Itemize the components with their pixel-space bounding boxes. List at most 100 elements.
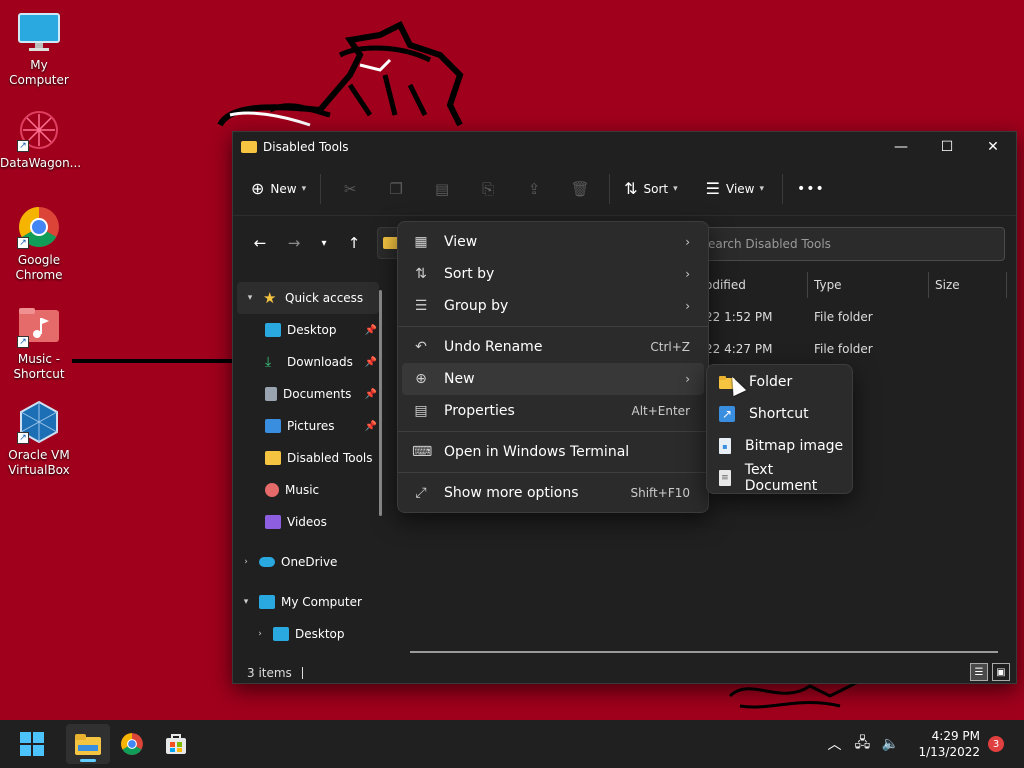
- chevron-right-icon: ›: [685, 372, 690, 386]
- details-view-icon[interactable]: ☰: [970, 663, 988, 681]
- new-button[interactable]: ⊕ New ▾: [243, 173, 314, 205]
- horizontal-scrollbar[interactable]: [410, 651, 998, 653]
- volume-icon[interactable]: 🔈: [876, 736, 904, 752]
- recent-locations-chevron-icon[interactable]: ▾: [311, 228, 337, 258]
- folder-icon: [241, 141, 257, 153]
- title-bar[interactable]: Disabled Tools — ☐ ✕: [233, 132, 1016, 162]
- table-row[interactable]: 22 4:27 PM File folder: [705, 333, 873, 365]
- menu-label: Properties: [444, 403, 515, 419]
- table-row[interactable]: 22 1:52 PM File folder: [705, 301, 873, 333]
- shortcut-arrow-icon: ↗: [17, 237, 29, 249]
- menu-item-open-terminal[interactable]: ⌨ Open in Windows Terminal: [402, 436, 704, 468]
- column-divider[interactable]: [807, 272, 808, 298]
- search-input[interactable]: earch Disabled Tools: [703, 227, 1005, 261]
- taskbar-file-explorer[interactable]: [66, 724, 110, 764]
- nav-label: Desktop: [287, 323, 337, 337]
- chevron-down-icon: ▾: [759, 183, 765, 194]
- nav-item-my-computer-desktop[interactable]: › Desktop: [233, 618, 383, 650]
- submenu-label: Bitmap image: [745, 438, 844, 454]
- menu-item-undo-rename[interactable]: ↶ Undo Rename Ctrl+Z: [402, 331, 704, 363]
- nav-item-videos[interactable]: Videos: [233, 506, 383, 538]
- desktop-icon-datawagon[interactable]: ↗ DataWagon...: [0, 108, 82, 171]
- nav-label: Quick access: [285, 291, 364, 305]
- chevron-right-icon: ›: [685, 235, 690, 249]
- submenu-item-text-document[interactable]: ≡ Text Document: [711, 462, 848, 494]
- status-bar: 3 items ☰ ▣: [233, 662, 1016, 684]
- item-count: 3 items: [247, 666, 292, 680]
- copy-icon[interactable]: ❐: [373, 173, 419, 205]
- monitor-icon: [17, 10, 61, 54]
- column-size[interactable]: Size: [935, 278, 960, 292]
- cut-icon[interactable]: ✂: [327, 173, 373, 205]
- virtualbox-icon: ↗: [17, 400, 61, 444]
- desktop-icon-google-chrome[interactable]: ↗ Google Chrome: [0, 205, 78, 283]
- submenu-item-bitmap[interactable]: ▪ Bitmap image: [711, 430, 848, 462]
- nav-item-documents[interactable]: Documents 📌: [233, 378, 383, 410]
- sort-button-label: Sort: [643, 181, 669, 196]
- share-icon[interactable]: ⇪: [511, 173, 557, 205]
- paste-icon[interactable]: ▤: [419, 173, 465, 205]
- start-button[interactable]: [10, 724, 54, 764]
- nav-label: OneDrive: [281, 555, 338, 569]
- nav-item-onedrive[interactable]: › OneDrive: [233, 546, 383, 578]
- undo-icon: ↶: [415, 339, 427, 355]
- monitor-icon: [259, 595, 275, 609]
- column-divider[interactable]: [1006, 272, 1007, 298]
- minimize-button[interactable]: —: [878, 132, 924, 162]
- column-divider[interactable]: [928, 272, 929, 298]
- nav-item-quick-access[interactable]: ▾ ★ Quick access: [237, 282, 379, 314]
- notification-badge[interactable]: 3: [988, 736, 1004, 752]
- windows-logo-icon: [20, 732, 44, 756]
- desktop-icon-label: DataWagon...: [0, 156, 82, 170]
- row-type: File folder: [814, 342, 873, 356]
- desktop-icon-label: Google Chrome: [15, 253, 63, 282]
- submenu-item-shortcut[interactable]: ↗ Shortcut: [711, 398, 848, 430]
- row-type: File folder: [814, 310, 873, 324]
- nav-item-desktop[interactable]: Desktop 📌: [233, 314, 383, 346]
- clock[interactable]: 4:29 PM 1/13/2022: [918, 728, 980, 760]
- nav-item-downloads[interactable]: ⤓ Downloads 📌: [233, 346, 383, 378]
- submenu-label: Text Document: [744, 462, 818, 494]
- nav-item-music[interactable]: Music: [233, 474, 383, 506]
- nav-label: Downloads: [287, 355, 353, 369]
- menu-item-properties[interactable]: ▤ Properties Alt+Enter: [402, 395, 704, 427]
- nav-scrollbar[interactable]: [379, 290, 382, 516]
- desktop-icon-label: Music - Shortcut: [13, 352, 65, 381]
- nav-item-my-computer[interactable]: ▾ My Computer: [233, 586, 383, 618]
- nav-item-disabled-tools[interactable]: Disabled Tools: [233, 442, 383, 474]
- forward-arrow-icon[interactable]: →: [277, 228, 311, 258]
- rename-icon[interactable]: ⎘: [465, 173, 511, 205]
- chevron-right-icon: ›: [685, 267, 690, 281]
- sort-icon: ⇅: [624, 179, 638, 198]
- chevron-up-icon[interactable]: ︿: [820, 734, 848, 754]
- nav-item-pictures[interactable]: Pictures 📌: [233, 410, 383, 442]
- expand-icon: ⤢: [415, 485, 427, 501]
- desktop-icon-my-computer[interactable]: My Computer: [0, 10, 78, 88]
- menu-item-show-more-options[interactable]: ⤢ Show more options Shift+F10: [402, 477, 704, 509]
- column-date-modified[interactable]: odified: [705, 278, 746, 292]
- sort-button[interactable]: ⇅ Sort ▾: [616, 173, 686, 205]
- desktop-icon-virtualbox[interactable]: ↗ Oracle VM VirtualBox: [0, 400, 78, 478]
- menu-item-view[interactable]: ▦ View ›: [402, 226, 704, 258]
- close-button[interactable]: ✕: [970, 132, 1016, 162]
- taskbar: ︿ 🖧 🔈 4:29 PM 1/13/2022 3: [0, 720, 1024, 768]
- menu-separator: [398, 326, 708, 327]
- clock-date: 1/13/2022: [918, 745, 980, 759]
- more-options-button[interactable]: •••: [789, 173, 833, 205]
- taskbar-chrome[interactable]: [110, 724, 154, 764]
- maximize-button[interactable]: ☐: [924, 132, 970, 162]
- menu-item-sort-by[interactable]: ⇅ Sort by ›: [402, 258, 704, 290]
- wallpaper-doodle: [210, 15, 470, 138]
- menu-item-new[interactable]: ⊕ New ›: [402, 363, 704, 395]
- clock-time: 4:29 PM: [931, 729, 980, 743]
- menu-item-group-by[interactable]: ☰ Group by ›: [402, 290, 704, 322]
- back-arrow-icon[interactable]: ←: [243, 228, 277, 258]
- network-icon[interactable]: 🖧: [848, 732, 876, 756]
- taskbar-store[interactable]: [154, 724, 198, 764]
- view-button[interactable]: ☰ View ▾: [698, 173, 772, 205]
- up-arrow-icon[interactable]: ↑: [337, 228, 371, 258]
- desktop-icon-music-shortcut[interactable]: ↗ Music - Shortcut: [0, 304, 78, 382]
- delete-icon[interactable]: 🗑: [557, 173, 603, 205]
- tiles-view-icon[interactable]: ▣: [992, 663, 1010, 681]
- column-type[interactable]: Type: [814, 278, 842, 292]
